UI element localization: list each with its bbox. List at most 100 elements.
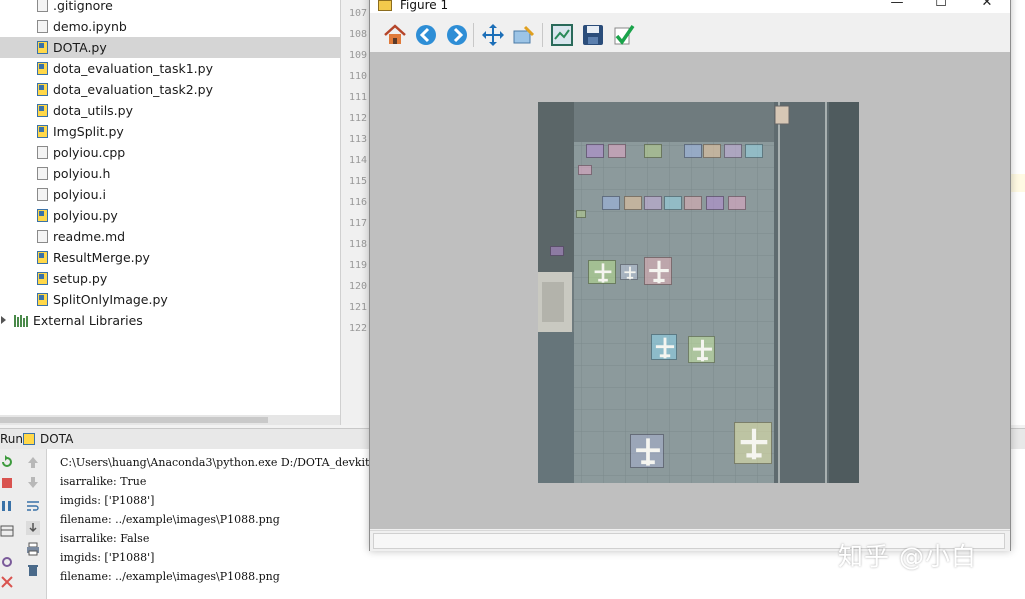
detection-box xyxy=(588,260,616,284)
line-number: 116 xyxy=(348,197,367,208)
line-number: 111 xyxy=(348,92,367,103)
close-icon[interactable] xyxy=(0,575,14,589)
tree-item-file[interactable]: demo.ipynb xyxy=(0,16,340,37)
tree-item-file[interactable]: dota_evaluation_task1.py xyxy=(0,58,340,79)
tree-horizontal-scrollbar[interactable] xyxy=(0,415,340,425)
detection-box xyxy=(644,257,672,285)
line-number: 115 xyxy=(348,176,367,187)
tree-item-file[interactable]: polyiou.i xyxy=(0,184,340,205)
tree-item-file[interactable]: polyiou.py xyxy=(0,205,340,226)
pause-icon[interactable] xyxy=(0,499,14,513)
minimize-button[interactable]: — xyxy=(882,0,912,12)
tree-item-file[interactable]: ResultMerge.py xyxy=(0,247,340,268)
file-icon xyxy=(37,20,48,33)
save-icon[interactable] xyxy=(580,22,606,48)
aerial-image-drawing xyxy=(538,102,859,483)
line-number: 117 xyxy=(348,218,367,229)
tree-item-file[interactable]: ImgSplit.py xyxy=(0,121,340,142)
detection-box xyxy=(688,336,715,363)
project-tree: .gitignore demo.ipynb DOTA.py dota_evaluati… xyxy=(0,0,340,415)
detection-box xyxy=(578,165,592,175)
tree-item-label: .gitignore xyxy=(53,0,113,13)
close-button[interactable]: ✕ xyxy=(972,0,1002,12)
tree-item-file[interactable]: DOTA.py xyxy=(0,37,340,58)
file-icon xyxy=(37,167,48,180)
scroll-up-icon[interactable] xyxy=(26,455,40,469)
tree-item-file[interactable]: dota_utils.py xyxy=(0,100,340,121)
tree-item-label: polyiou.h xyxy=(53,166,111,181)
line-number: 110 xyxy=(348,71,367,82)
tree-item-file[interactable]: polyiou.h xyxy=(0,163,340,184)
forward-icon[interactable] xyxy=(444,22,470,48)
tree-item-file[interactable]: dota_evaluation_task2.py xyxy=(0,79,340,100)
console-line: filename: ../example\images\P1088.png xyxy=(60,570,280,583)
python-file-icon xyxy=(37,41,48,54)
soft-wrap-icon[interactable] xyxy=(26,499,40,513)
tree-item-label: DOTA.py xyxy=(53,40,107,55)
detection-box xyxy=(724,144,742,158)
run-tab-dota[interactable]: DOTA xyxy=(40,432,73,446)
detection-box xyxy=(664,196,682,210)
tree-item-file[interactable]: readme.md xyxy=(0,226,340,247)
python-file-icon xyxy=(37,251,48,264)
tree-item-label: ImgSplit.py xyxy=(53,124,124,139)
console-line: filename: ../example\images\P1088.png xyxy=(60,513,280,526)
external-libraries-label: External Libraries xyxy=(33,313,143,328)
tree-item-label: readme.md xyxy=(53,229,126,244)
trash-icon[interactable] xyxy=(26,563,40,577)
home-icon[interactable] xyxy=(382,22,408,48)
tree-item-label: polyiou.py xyxy=(53,208,118,223)
detection-box xyxy=(644,144,662,158)
console-line: C:\Users\huang\Anaconda3\python.exe D:/D… xyxy=(60,456,384,469)
stop-icon[interactable] xyxy=(0,476,14,490)
tree-item-label: dota_evaluation_task2.py xyxy=(53,82,213,97)
file-icon xyxy=(37,230,48,243)
python-file-icon xyxy=(37,83,48,96)
run-label: Run xyxy=(0,432,24,446)
file-icon xyxy=(37,0,48,12)
detection-box xyxy=(706,196,724,210)
tree-item-label: dota_evaluation_task1.py xyxy=(53,61,213,76)
detection-box xyxy=(745,144,763,158)
tree-item-file[interactable]: SplitOnlyImage.py xyxy=(0,289,340,310)
line-number: 107 xyxy=(348,8,367,19)
detection-box xyxy=(734,422,772,464)
line-number: 122 xyxy=(348,323,367,334)
subplots-icon[interactable] xyxy=(549,22,575,48)
layout-icon[interactable] xyxy=(0,524,14,538)
scrollbar-thumb[interactable] xyxy=(0,417,268,423)
python-file-icon xyxy=(37,125,48,138)
scroll-down-icon[interactable] xyxy=(26,476,40,490)
tree-item-file[interactable]: polyiou.cpp xyxy=(0,142,340,163)
tree-item-external-libraries[interactable]: External Libraries xyxy=(0,310,340,331)
maximize-button[interactable]: ☐ xyxy=(926,0,956,12)
line-number: 118 xyxy=(348,239,367,250)
settings-icon[interactable] xyxy=(0,555,14,569)
zoom-icon[interactable] xyxy=(511,22,537,48)
detection-box xyxy=(684,196,702,210)
tree-item-file[interactable]: setup.py xyxy=(0,268,340,289)
tree-item-label: demo.ipynb xyxy=(53,19,127,34)
line-number: 112 xyxy=(348,113,367,124)
detection-box xyxy=(644,196,662,210)
pan-icon[interactable] xyxy=(480,22,506,48)
current-line-highlight xyxy=(1009,174,1025,192)
detection-box xyxy=(728,196,746,210)
expand-arrow-icon[interactable] xyxy=(1,316,6,324)
figure-canvas[interactable] xyxy=(370,52,1010,529)
detection-box xyxy=(684,144,702,158)
tree-item-file[interactable]: .gitignore xyxy=(0,0,340,16)
python-file-icon xyxy=(37,62,48,75)
detection-box xyxy=(602,196,620,210)
figure-window[interactable]: Figure 1 — ☐ ✕ xyxy=(369,0,1011,551)
airplane-icon xyxy=(594,263,612,283)
figure-titlebar[interactable]: Figure 1 — ☐ ✕ xyxy=(370,0,1010,13)
rerun-icon[interactable] xyxy=(0,455,14,469)
scroll-to-end-icon[interactable] xyxy=(26,521,40,535)
console-line: isarralike: True xyxy=(60,475,147,488)
print-icon[interactable] xyxy=(26,542,40,556)
back-icon[interactable] xyxy=(413,22,439,48)
check-icon[interactable] xyxy=(611,22,637,48)
python-file-icon xyxy=(37,104,48,117)
detection-box xyxy=(608,144,626,158)
